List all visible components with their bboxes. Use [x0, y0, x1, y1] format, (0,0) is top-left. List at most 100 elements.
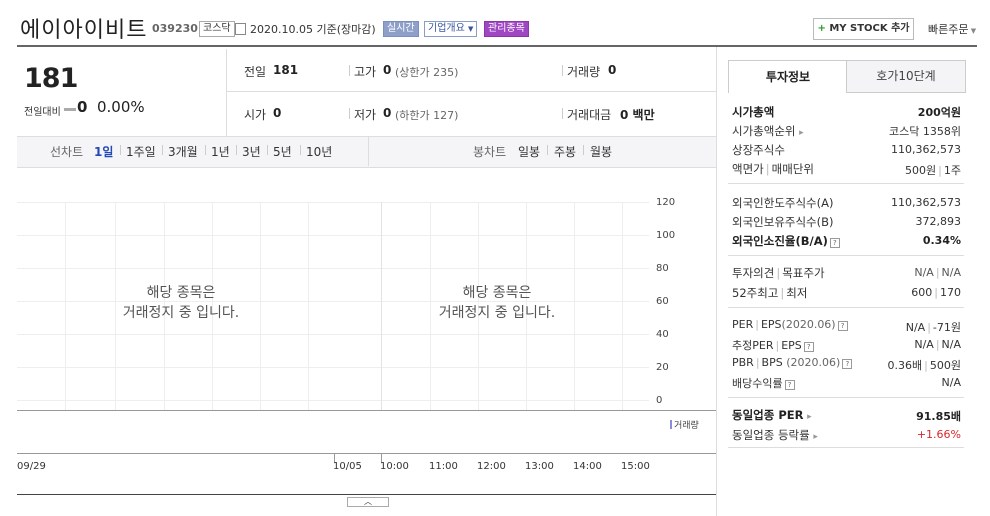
est-per-eps-label: 추정PER | EPS? — [732, 337, 814, 353]
legend-swatch — [670, 420, 672, 429]
separator — [205, 145, 206, 155]
gridline — [17, 268, 649, 269]
candle-chart-label: 봉차트 — [473, 145, 507, 159]
help-icon[interactable]: ? — [803, 342, 814, 352]
change-label: 전일대비 — [24, 107, 61, 118]
gridline — [17, 334, 649, 335]
dividend-value: N/A — [941, 376, 961, 389]
section-divider — [728, 255, 964, 256]
period-tab-3m[interactable]: 3개월 — [168, 143, 198, 160]
low-value: 0 — [383, 106, 392, 120]
section-divider — [728, 307, 964, 308]
y-tick: 100 — [656, 230, 676, 241]
per-eps-value: N/A | -71원 — [905, 321, 961, 334]
my-stock-add-button[interactable]: + MY STOCK 추가 — [813, 18, 914, 40]
stock-name: 에이아이비트 — [20, 18, 148, 43]
candle-tab-daily[interactable]: 일봉 — [518, 143, 540, 160]
separator — [267, 145, 268, 155]
help-icon[interactable]: ? — [837, 321, 848, 331]
period-tab-1d[interactable]: 1일 — [94, 143, 113, 160]
market-cap-rank-link[interactable]: 시가총액순위 ▸ — [732, 123, 804, 139]
separator — [349, 108, 350, 119]
opinion-target-label: 투자의견 | 목표주가 — [732, 266, 825, 280]
quick-order-button[interactable]: 빠른주문 ▼ — [928, 21, 976, 37]
shares-value: 110,362,573 — [891, 143, 961, 156]
foreign-hold-label: 외국인보유주식수(B) — [732, 215, 834, 229]
gridline — [17, 202, 649, 203]
help-icon[interactable]: ? — [842, 359, 853, 369]
trading-halt-message-right: 해당 종목은 거래정지 중 입니다. — [377, 283, 617, 323]
realtime-tag[interactable]: 실시간 — [383, 21, 419, 37]
chevron-right-icon: ▸ — [813, 432, 818, 442]
foreign-ratio-label: 외국인소진율(B/A)? — [732, 233, 840, 249]
chevron-down-icon: ▼ — [968, 27, 977, 35]
sector-per-link[interactable]: 동일업종 PER ▸ — [732, 407, 812, 423]
separator — [583, 145, 584, 155]
y-tick: 0 — [656, 395, 663, 406]
volume-legend: 거래량 — [670, 418, 699, 431]
gridline — [17, 400, 649, 401]
prev-close-value: 181 — [273, 63, 299, 77]
halt-line: 거래정지 중 입니다. — [438, 305, 556, 321]
period-tab-5y[interactable]: 5년 — [273, 143, 292, 160]
foreign-limit-value: 110,362,573 — [891, 196, 961, 209]
section-divider — [728, 447, 964, 448]
x-tick: 13:00 — [525, 461, 554, 472]
shares-label: 상장주식수 — [732, 143, 785, 157]
high-value: 0 — [383, 63, 392, 77]
separator — [547, 145, 548, 155]
chevron-right-icon: ▸ — [807, 412, 812, 422]
dividend-label: 배당수익률? — [732, 375, 795, 391]
gridline — [308, 202, 309, 410]
candle-tab-monthly[interactable]: 월봉 — [590, 143, 612, 160]
period-tab-3y[interactable]: 3년 — [242, 143, 261, 160]
line-chart-label: 선차트 — [50, 145, 84, 159]
y-tick: 120 — [656, 197, 676, 208]
foreign-limit-label: 외국인한도주식수(A) — [732, 196, 834, 210]
gridline — [622, 202, 623, 410]
help-icon[interactable]: ? — [829, 238, 840, 248]
x-tick: 10:00 — [380, 461, 409, 472]
help-icon[interactable]: ? — [784, 380, 795, 390]
chevron-right-icon: ▸ — [799, 128, 804, 138]
week52-label: 52주최고 | 최저 — [732, 286, 808, 300]
high-label: 고가 — [354, 65, 377, 79]
sector-per-value: 91.85배 — [916, 410, 961, 423]
foreign-hold-value: 372,893 — [915, 215, 962, 228]
chevron-up-icon[interactable]: ︿ — [347, 497, 389, 507]
tab-orderbook-10[interactable]: 호가10단계 — [846, 60, 966, 93]
period-tab-1y[interactable]: 1년 — [211, 143, 230, 160]
tab-bar-divider — [368, 137, 369, 166]
separator — [562, 108, 563, 119]
candle-tab-weekly[interactable]: 주봉 — [554, 143, 576, 160]
gridline — [17, 235, 649, 236]
prev-close-label: 전일 — [244, 65, 267, 79]
market-cap-label: 시가총액 — [732, 105, 775, 119]
volume-legend-label: 거래량 — [674, 421, 699, 431]
company-info-dropdown[interactable]: 기업개요 ▼ — [424, 21, 478, 37]
week52-value: 600 | 170 — [911, 286, 961, 299]
pbr-bps-value: 0.36배 | 500원 — [887, 359, 961, 372]
chart-bottom-divider — [17, 494, 717, 495]
current-price: 181 — [24, 63, 78, 94]
period-tab-10y[interactable]: 10년 — [306, 143, 332, 160]
flat-change-icon — [64, 108, 76, 111]
pbr-bps-label: PBR | BPS (2020.06)? — [732, 356, 853, 369]
chart-baseline — [17, 410, 717, 411]
summary-row-divider — [226, 91, 716, 92]
y-tick: 80 — [656, 263, 669, 274]
halt-line: 해당 종목은 — [146, 285, 216, 301]
y-tick: 60 — [656, 296, 669, 307]
separator — [120, 145, 121, 155]
tab-invest-info[interactable]: 투자정보 — [728, 60, 848, 93]
sector-change-value: +1.66% — [916, 428, 961, 441]
trading-halt-message-left: 해당 종목은 거래정지 중 입니다. — [61, 283, 301, 323]
period-tab-1w[interactable]: 1주일 — [126, 143, 156, 160]
summary-divider — [226, 49, 227, 136]
plus-icon: + — [817, 23, 826, 34]
foreign-ratio-value: 0.34% — [922, 234, 961, 247]
separator — [162, 145, 163, 155]
calendar-icon — [235, 23, 246, 35]
sector-change-link[interactable]: 동일업종 등락률 ▸ — [732, 427, 818, 443]
volume-baseline — [17, 453, 717, 454]
